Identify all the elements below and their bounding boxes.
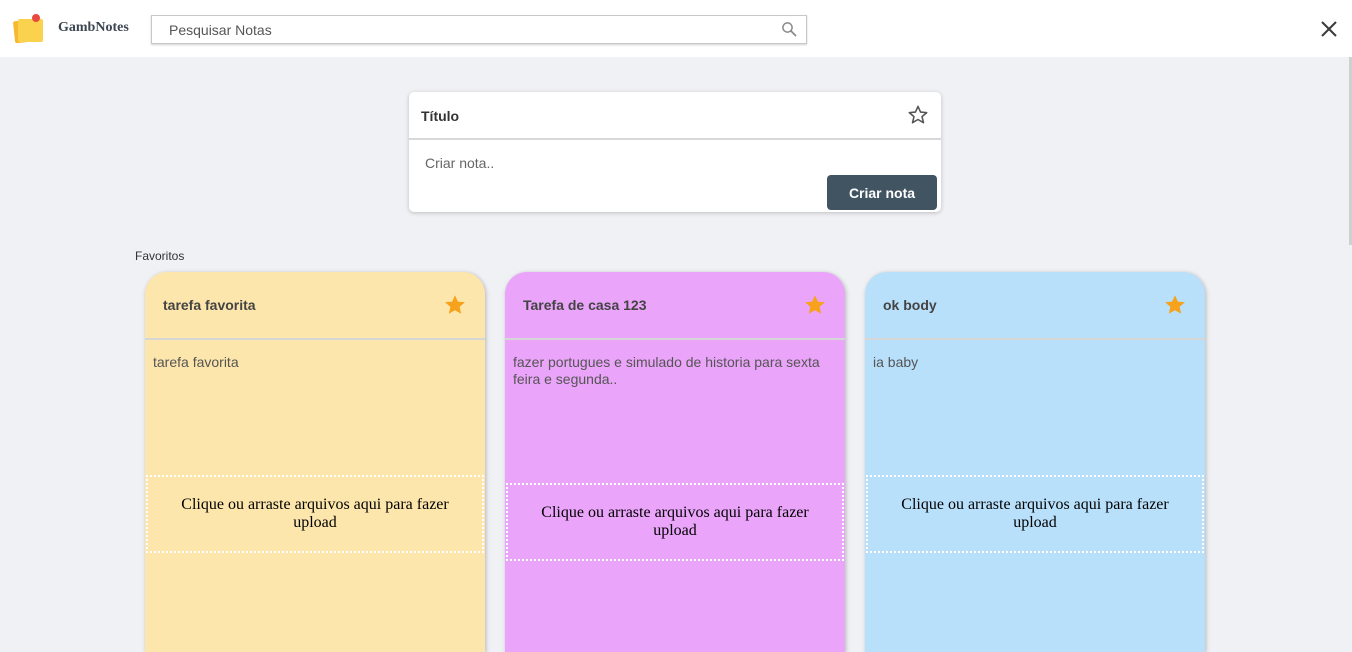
note-card[interactable]: Tarefa de casa 123 fazer portugues e sim… [505, 272, 845, 652]
file-upload-dropzone[interactable]: Clique ou arraste arquivos aqui para faz… [146, 475, 484, 553]
create-note-body-field[interactable]: Criar nota.. [425, 155, 494, 171]
file-upload-dropzone[interactable]: Clique ou arraste arquivos aqui para faz… [866, 475, 1204, 553]
note-title[interactable]: ok body [883, 297, 937, 313]
divider [865, 338, 1205, 340]
note-card[interactable]: ok body ia baby Clique ou arraste arquiv… [865, 272, 1205, 652]
divider [409, 138, 941, 140]
star-filled-icon[interactable] [443, 293, 467, 317]
divider [505, 338, 845, 340]
brand-name: GambNotes [58, 20, 129, 35]
favorites-section-label: Favoritos [135, 249, 185, 263]
divider [145, 338, 485, 340]
star-filled-icon[interactable] [803, 293, 827, 317]
close-icon[interactable] [1319, 19, 1339, 39]
create-note-title-field[interactable]: Título [421, 108, 459, 124]
create-note-card: Título Criar nota.. Criar nota [409, 92, 941, 212]
note-title[interactable]: tarefa favorita [163, 297, 256, 313]
star-outline-icon[interactable] [907, 104, 929, 126]
note-body[interactable]: ia baby [873, 354, 1198, 371]
sticky-note-logo-icon [13, 14, 43, 44]
note-body[interactable]: tarefa favorita [153, 354, 478, 371]
create-note-button[interactable]: Criar nota [827, 175, 937, 210]
search-input[interactable] [152, 16, 772, 43]
search-bar [151, 15, 807, 44]
note-card[interactable]: tarefa favorita tarefa favorita Clique o… [145, 272, 485, 652]
star-filled-icon[interactable] [1163, 293, 1187, 317]
note-body[interactable]: fazer portugues e simulado de historia p… [513, 354, 838, 388]
file-upload-dropzone[interactable]: Clique ou arraste arquivos aqui para faz… [506, 483, 844, 561]
search-icon[interactable] [781, 21, 797, 37]
top-bar: GambNotes [0, 0, 1352, 57]
note-title[interactable]: Tarefa de casa 123 [523, 297, 647, 313]
